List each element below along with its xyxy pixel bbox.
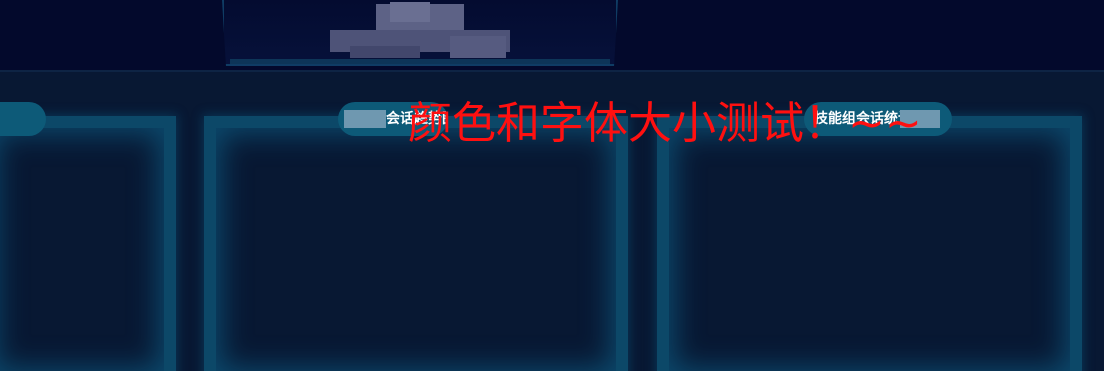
- skill-group-stats-panel: [657, 116, 1082, 371]
- obscured-tab-text: [344, 110, 386, 128]
- dashboard-page: 会话趋势图 技能组会话统计 颜色和字体大小测试！~~: [0, 0, 1104, 371]
- test-overlay-text: 颜色和字体大小测试！~~: [408, 98, 922, 149]
- header-band: [0, 0, 1104, 70]
- left-panel-tab: [0, 102, 46, 136]
- header-divider: [0, 70, 1104, 72]
- obscured-logo: [330, 2, 510, 60]
- session-trend-panel: [204, 116, 628, 371]
- left-panel: [0, 116, 176, 371]
